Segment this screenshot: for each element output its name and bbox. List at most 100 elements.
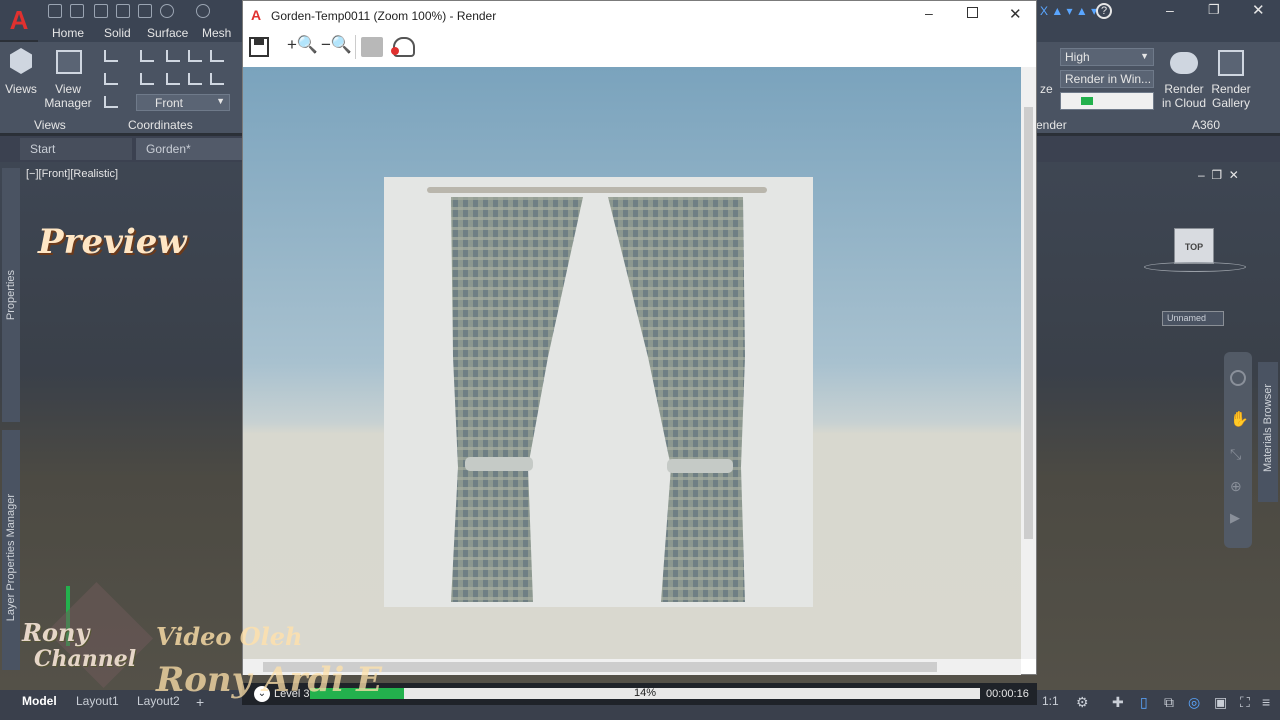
tab-model[interactable]: Model bbox=[22, 694, 57, 708]
new-file-icon[interactable] bbox=[48, 4, 62, 18]
app-logo-icon: A bbox=[9, 4, 29, 35]
zoom-out-icon[interactable]: −🔍 bbox=[321, 35, 352, 55]
save-render-icon[interactable] bbox=[249, 37, 269, 57]
curtain-rod bbox=[427, 187, 767, 193]
cloud-icon[interactable] bbox=[1170, 52, 1198, 74]
tab-gorden[interactable]: Gorden* bbox=[136, 138, 242, 160]
ucs-x-icon[interactable] bbox=[166, 50, 180, 62]
ucs-z-icon[interactable] bbox=[210, 50, 224, 62]
steering-wheel-icon[interactable] bbox=[1230, 370, 1246, 386]
tab-layout1[interactable]: Layout1 bbox=[76, 694, 119, 708]
plot-icon[interactable] bbox=[138, 4, 152, 18]
fullscreen-icon[interactable]: ⛶ bbox=[1240, 694, 1250, 711]
showmotion-icon[interactable]: ▶ bbox=[1230, 510, 1240, 526]
render-progress-mini bbox=[1060, 92, 1154, 110]
render-preset-select[interactable]: High ▼ bbox=[1060, 48, 1154, 66]
tab-home[interactable]: Home bbox=[52, 26, 84, 40]
ucs-y-icon[interactable] bbox=[188, 50, 202, 62]
view-direction-select[interactable]: Front ▼ bbox=[136, 94, 230, 111]
render-in-select[interactable]: Render in Win... bbox=[1060, 70, 1154, 88]
render-gallery-icon[interactable] bbox=[1218, 50, 1244, 76]
annotation-scale[interactable]: 1:1 bbox=[1042, 694, 1059, 708]
ucs-view-icon[interactable] bbox=[140, 73, 154, 85]
views-button-label[interactable]: Views bbox=[4, 82, 38, 96]
render-close-icon[interactable]: ✕ bbox=[1009, 5, 1022, 23]
application-menu-button[interactable]: A bbox=[0, 0, 38, 40]
ucs-face-icon[interactable] bbox=[188, 73, 202, 85]
render-progress-percent: 14% bbox=[633, 687, 657, 699]
ucs-named-icon[interactable] bbox=[104, 96, 118, 108]
render-settings-teapot-icon[interactable] bbox=[391, 37, 415, 57]
render-window[interactable]: A Gorden-Temp0011 (Zoom 100%) - Render –… bbox=[242, 0, 1037, 675]
viewport-controls-label[interactable]: [−][Front][Realistic] bbox=[26, 168, 118, 180]
zoom-extents-icon[interactable]: ⤡ bbox=[1230, 446, 1241, 463]
chevron-down-icon: ▼ bbox=[1140, 51, 1149, 61]
close-app-icon[interactable]: ✕ bbox=[1252, 1, 1265, 19]
right-tieback bbox=[667, 459, 733, 473]
render-elapsed-time: 00:00:16 bbox=[986, 688, 1029, 700]
render-panel-label[interactable]: ender bbox=[1036, 118, 1067, 132]
render-gallery-button[interactable]: Render Gallery bbox=[1208, 82, 1254, 110]
pan-hand-icon[interactable]: ✋ bbox=[1230, 410, 1249, 428]
render-app-icon: A bbox=[251, 7, 262, 23]
rendered-image bbox=[243, 67, 1021, 659]
tab-surface[interactable]: Surface bbox=[147, 26, 188, 40]
view-manager-button[interactable]: View Manager bbox=[44, 82, 92, 110]
materials-browser-label: Materials Browser bbox=[1262, 384, 1274, 473]
render-size-label: ze bbox=[1040, 82, 1053, 96]
gear-icon[interactable]: ⚙ bbox=[1076, 694, 1089, 711]
wall-panel bbox=[384, 177, 813, 607]
open-file-icon[interactable] bbox=[70, 4, 84, 18]
zoom-in-icon[interactable]: +🔍 bbox=[287, 35, 318, 55]
exchange-icon[interactable]: X ▲ ▾ ▲ ▾ bbox=[1040, 4, 1097, 18]
properties-palette-label: Properties bbox=[5, 270, 17, 321]
view-manager-icon[interactable] bbox=[56, 50, 82, 74]
save-as-icon[interactable] bbox=[116, 4, 130, 18]
coordinates-panel-label: Coordinates bbox=[128, 118, 193, 132]
curtain-render-svg bbox=[384, 177, 813, 607]
channel-logo-line1: Rony bbox=[22, 618, 90, 647]
channel-logo-line2: Channel bbox=[34, 646, 137, 672]
restore-app-icon[interactable]: ❐ bbox=[1208, 2, 1220, 18]
undo-icon[interactable] bbox=[160, 4, 174, 18]
viewcube-compass[interactable] bbox=[1144, 262, 1246, 272]
clean-screen-icon[interactable]: ▣ bbox=[1214, 694, 1227, 711]
save-icon[interactable] bbox=[94, 4, 108, 18]
hardware-accel-icon[interactable]: ◎ bbox=[1188, 694, 1200, 711]
preview-overlay-text: Preview bbox=[38, 222, 187, 262]
vertical-scrollbar[interactable] bbox=[1021, 67, 1036, 659]
ucs-3point-icon[interactable] bbox=[210, 73, 224, 85]
chevron-down-icon: ▼ bbox=[216, 96, 225, 106]
author-name-text: Rony Ardi E bbox=[156, 660, 382, 700]
ucs-world-icon[interactable] bbox=[140, 50, 154, 62]
render-minimize-icon[interactable]: – bbox=[925, 5, 933, 21]
orbit-icon[interactable]: ⊕ bbox=[1230, 478, 1242, 495]
ucs-icon[interactable] bbox=[104, 50, 118, 62]
render-window-title: Gorden-Temp0011 (Zoom 100%) - Render bbox=[271, 9, 497, 23]
render-window-title-bar[interactable]: A Gorden-Temp0011 (Zoom 100%) - Render –… bbox=[243, 1, 1036, 31]
a360-panel-label: A360 bbox=[1192, 118, 1221, 132]
tab-mesh[interactable]: Mesh bbox=[202, 26, 231, 40]
viewport-window-controls[interactable]: – ❐ ✕ bbox=[1198, 168, 1239, 182]
video-by-text: Video Oleh bbox=[156, 622, 303, 651]
layer-properties-label: Layer Properties Manager bbox=[5, 494, 17, 622]
render-in-cloud-button[interactable]: Render in Cloud bbox=[1158, 82, 1210, 110]
help-icon[interactable]: ? bbox=[1096, 3, 1112, 19]
redo-icon[interactable] bbox=[196, 4, 210, 18]
viewcube-top-face[interactable]: TOP bbox=[1174, 228, 1214, 264]
plus-icon[interactable]: ✚ bbox=[1112, 694, 1124, 711]
wcs-menu[interactable]: Unnamed bbox=[1162, 311, 1224, 326]
minimize-app-icon[interactable]: – bbox=[1166, 2, 1174, 18]
monitor-icon[interactable]: ▯ bbox=[1140, 694, 1148, 711]
ucs-object-icon[interactable] bbox=[166, 73, 180, 85]
left-tieback bbox=[465, 457, 533, 471]
toolbar-separator bbox=[355, 35, 356, 59]
tab-start[interactable]: Start bbox=[20, 138, 132, 160]
tab-solid[interactable]: Solid bbox=[104, 26, 131, 40]
isolate-icon[interactable]: ⧉ bbox=[1164, 694, 1174, 711]
render-maximize-icon[interactable] bbox=[967, 7, 978, 18]
customize-icon[interactable]: ≡ bbox=[1262, 694, 1270, 710]
print-icon[interactable] bbox=[361, 37, 383, 57]
ucs-origin-icon[interactable] bbox=[104, 73, 118, 85]
views-panel-label: Views bbox=[34, 118, 66, 132]
